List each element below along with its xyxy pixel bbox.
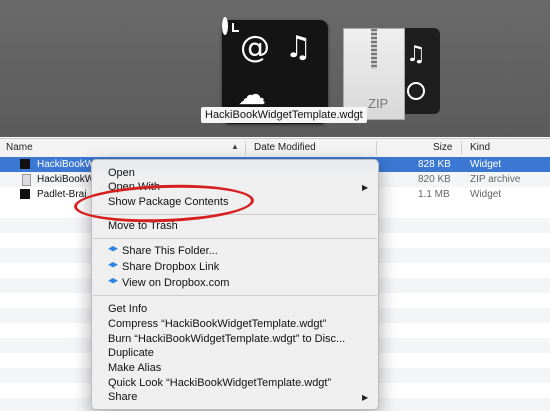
at-icon: @ xyxy=(240,30,270,65)
music-note-icon: ♫ xyxy=(406,42,426,67)
menu-item-label: View on Dropbox.com xyxy=(122,277,230,289)
music-note-icon: ♫ xyxy=(285,30,312,65)
menu-item-open[interactable]: Open xyxy=(108,167,135,179)
file-name: Padlet-Brai xyxy=(37,189,87,200)
file-name: HackiBookW xyxy=(37,159,95,170)
dropbox-icon xyxy=(108,246,118,252)
sort-ascending-icon: ▲ xyxy=(231,142,239,151)
menu-item-make-alias[interactable]: Make Alias xyxy=(108,362,161,374)
file-kind: Widget xyxy=(470,159,502,170)
menu-item-compress[interactable]: Compress “HackiBookWidgetTemplate.wdgt” xyxy=(108,318,326,330)
column-header-date[interactable]: Date Modified xyxy=(254,142,316,153)
widget-file-icon xyxy=(20,189,30,199)
menu-item-share-dropbox-link[interactable]: Share Dropbox Link xyxy=(108,261,219,273)
cover-flow-preview[interactable]: @ ♫ ☁ ♫ ZIP HackiBookWidgetTemplate.wdgt xyxy=(0,0,550,137)
dropbox-icon xyxy=(108,278,118,284)
menu-item-label: Share Dropbox Link xyxy=(122,261,220,273)
clock-icon xyxy=(222,17,228,35)
menu-item-share[interactable]: Share xyxy=(108,391,137,403)
file-size: 828 KB xyxy=(418,159,451,170)
menu-item-label: Share This Folder... xyxy=(122,245,218,257)
file-size: 1.1 MB xyxy=(418,189,450,200)
menu-divider xyxy=(93,238,377,239)
zip-label: ZIP xyxy=(368,96,389,111)
column-header-size[interactable]: Size xyxy=(433,142,452,153)
dropbox-icon xyxy=(108,262,118,268)
menu-divider xyxy=(93,295,377,296)
zipper-icon xyxy=(371,29,377,69)
zip-file-icon xyxy=(22,174,31,186)
column-header-name[interactable]: Name xyxy=(6,142,33,153)
menu-item-duplicate[interactable]: Duplicate xyxy=(108,347,154,359)
file-name: HackiBookW xyxy=(37,174,95,185)
file-kind: Widget xyxy=(470,189,502,200)
column-divider[interactable] xyxy=(376,141,377,155)
submenu-arrow-icon: ▶ xyxy=(362,393,369,402)
menu-item-get-info[interactable]: Get Info xyxy=(108,303,147,315)
menu-item-share-folder[interactable]: Share This Folder... xyxy=(108,245,218,257)
widget-file-icon xyxy=(20,159,30,169)
submenu-arrow-icon: ▶ xyxy=(362,183,369,192)
menu-item-burn[interactable]: Burn “HackiBookWidgetTemplate.wdgt” to D… xyxy=(108,333,345,345)
list-header: Name ▲ Date Modified Size Kind xyxy=(0,138,550,158)
file-size: 820 KB xyxy=(418,174,451,185)
clock-icon xyxy=(407,82,425,100)
menu-item-view-on-dropbox[interactable]: View on Dropbox.com xyxy=(108,277,229,289)
column-header-kind[interactable]: Kind xyxy=(470,142,490,153)
column-divider[interactable] xyxy=(245,141,246,155)
cover-flow-title: HackiBookWidgetTemplate.wdgt xyxy=(201,107,367,123)
menu-item-quick-look[interactable]: Quick Look “HackiBookWidgetTemplate.wdgt… xyxy=(108,377,331,389)
file-kind: ZIP archive xyxy=(470,174,521,185)
column-divider[interactable] xyxy=(461,141,462,155)
